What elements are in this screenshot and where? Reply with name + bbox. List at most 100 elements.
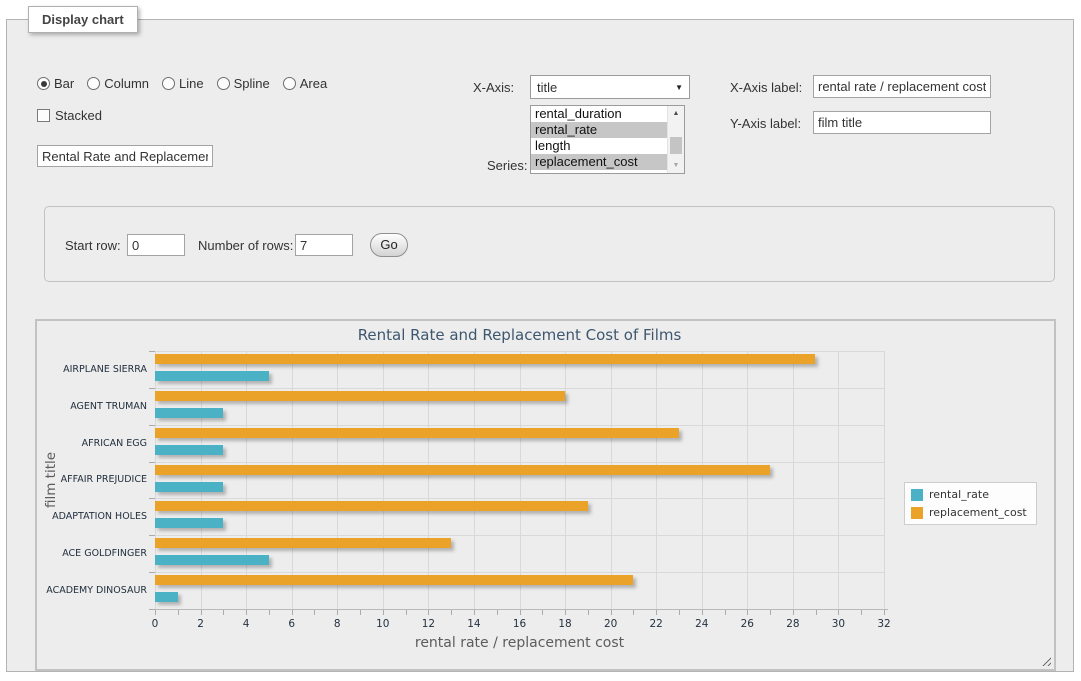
x-tick-label: 26: [734, 618, 760, 630]
x-axis-tick: [360, 610, 361, 615]
bar-replacement_cost[interactable]: [155, 428, 679, 438]
x-axis-tick: [565, 610, 566, 615]
x-axis-select-label: X-Axis:: [473, 80, 514, 95]
series-options: rental_duration rental_rate length repla…: [531, 106, 667, 173]
bar-rental_rate[interactable]: [155, 482, 223, 492]
radio-label: Spline: [234, 76, 270, 91]
go-button[interactable]: Go: [370, 233, 408, 257]
x-axis-tick: [702, 610, 703, 615]
x-axis-tick: [383, 610, 384, 615]
x-axis-tick: [314, 610, 315, 615]
y-axis-tick: [149, 535, 155, 536]
gridline-vertical: [292, 351, 293, 609]
x-axis-tick: [337, 610, 338, 615]
series-option-rental-duration[interactable]: rental_duration: [531, 106, 667, 122]
scroll-down-icon[interactable]: ▼: [668, 158, 684, 173]
x-tick-label: 14: [461, 618, 487, 630]
x-axis-tick: [542, 610, 543, 615]
listbox-scrollbar[interactable]: ▲ ▼: [667, 106, 684, 173]
y-axis-tick: [149, 351, 155, 352]
chart-title-input[interactable]: [37, 145, 213, 167]
bar-replacement_cost[interactable]: [155, 391, 565, 401]
chart-type-radio-line[interactable]: Line: [162, 76, 204, 91]
bar-rental_rate[interactable]: [155, 371, 269, 381]
x-axis-tick: [884, 610, 885, 615]
x-axis-tick: [816, 610, 817, 615]
category-label: AFFAIR PREJUDICE: [37, 462, 147, 499]
series-option-rental-rate[interactable]: rental_rate: [531, 122, 667, 138]
x-axis-tick: [770, 610, 771, 615]
start-row-input[interactable]: [127, 234, 185, 256]
x-axis-tick: [292, 610, 293, 615]
gridline-vertical: [884, 351, 885, 609]
bar-replacement_cost[interactable]: [155, 575, 633, 585]
gridline-vertical: [474, 351, 475, 609]
x-axis-select[interactable]: title ▼: [530, 75, 690, 99]
x-axis-tick: [793, 610, 794, 615]
radio-icon: [87, 77, 100, 90]
x-axis-tick: [679, 610, 680, 615]
gridline-vertical: [611, 351, 612, 609]
checkbox-icon: [37, 109, 50, 122]
x-axis-tick: [155, 610, 156, 615]
bar-replacement_cost[interactable]: [155, 354, 815, 364]
y-axis-tick: [149, 498, 155, 499]
x-axis-tick: [474, 610, 475, 615]
scroll-up-icon[interactable]: ▲: [668, 106, 684, 121]
legend-label: replacement_cost: [929, 506, 1027, 519]
x-axis-line: [154, 609, 888, 610]
x-axis-tick: [246, 610, 247, 615]
chart-type-radio-column[interactable]: Column: [87, 76, 149, 91]
y-axis-label-input[interactable]: [813, 111, 991, 134]
x-tick-label: 32: [871, 618, 897, 630]
x-axis-tick: [428, 610, 429, 615]
x-axis-tick: [406, 610, 407, 615]
resize-handle-icon[interactable]: [1039, 654, 1051, 666]
series-option-length[interactable]: length: [531, 138, 667, 154]
bar-rental_rate[interactable]: [155, 518, 223, 528]
display-chart-tab[interactable]: Display chart: [28, 6, 138, 33]
category-label: ACADEMY DINOSAUR: [37, 572, 147, 609]
x-axis-label-label: X-Axis label:: [730, 80, 802, 95]
y-axis-tick: [149, 388, 155, 389]
chart-type-radio-spline[interactable]: Spline: [217, 76, 270, 91]
gridline-vertical: [656, 351, 657, 609]
legend-label: rental_rate: [929, 488, 989, 501]
x-tick-label: 30: [825, 618, 851, 630]
x-axis-tick: [611, 610, 612, 615]
bar-replacement_cost[interactable]: [155, 538, 451, 548]
legend-item-replacement_cost[interactable]: replacement_cost: [911, 506, 1027, 519]
x-tick-label: 16: [507, 618, 533, 630]
scrollbar-thumb[interactable]: [670, 137, 682, 154]
gridline-vertical: [793, 351, 794, 609]
num-rows-input[interactable]: [295, 234, 353, 256]
series-option-replacement-cost[interactable]: replacement_cost: [531, 154, 667, 170]
x-tick-label: 6: [279, 618, 305, 630]
bar-rental_rate[interactable]: [155, 408, 223, 418]
chart-title: Rental Rate and Replacement Cost of Film…: [155, 326, 884, 344]
x-tick-label: 22: [643, 618, 669, 630]
x-tick-label: 8: [324, 618, 350, 630]
x-tick-label: 24: [689, 618, 715, 630]
y-axis-tick: [149, 572, 155, 573]
x-axis-tick: [178, 610, 179, 615]
x-axis-label-input[interactable]: [813, 75, 991, 98]
legend-item-rental_rate[interactable]: rental_rate: [911, 488, 1027, 501]
chart-type-radio-area[interactable]: Area: [283, 76, 327, 91]
gridline-vertical: [155, 351, 156, 609]
bar-replacement_cost[interactable]: [155, 501, 588, 511]
bar-replacement_cost[interactable]: [155, 465, 770, 475]
gridline-vertical: [337, 351, 338, 609]
gridline-horizontal: [155, 498, 884, 499]
page: Display chart Bar Column Line Spline A: [0, 0, 1081, 681]
gridline-horizontal: [155, 572, 884, 573]
chart-type-radio-bar[interactable]: Bar: [37, 76, 74, 91]
series-listbox-label: Series:: [487, 158, 527, 173]
stacked-checkbox[interactable]: Stacked: [37, 108, 102, 123]
gridline-vertical: [201, 351, 202, 609]
bar-rental_rate[interactable]: [155, 445, 223, 455]
bar-rental_rate[interactable]: [155, 555, 269, 565]
gridline-horizontal: [155, 351, 884, 352]
bar-rental_rate[interactable]: [155, 592, 178, 602]
gridline-horizontal: [155, 425, 884, 426]
